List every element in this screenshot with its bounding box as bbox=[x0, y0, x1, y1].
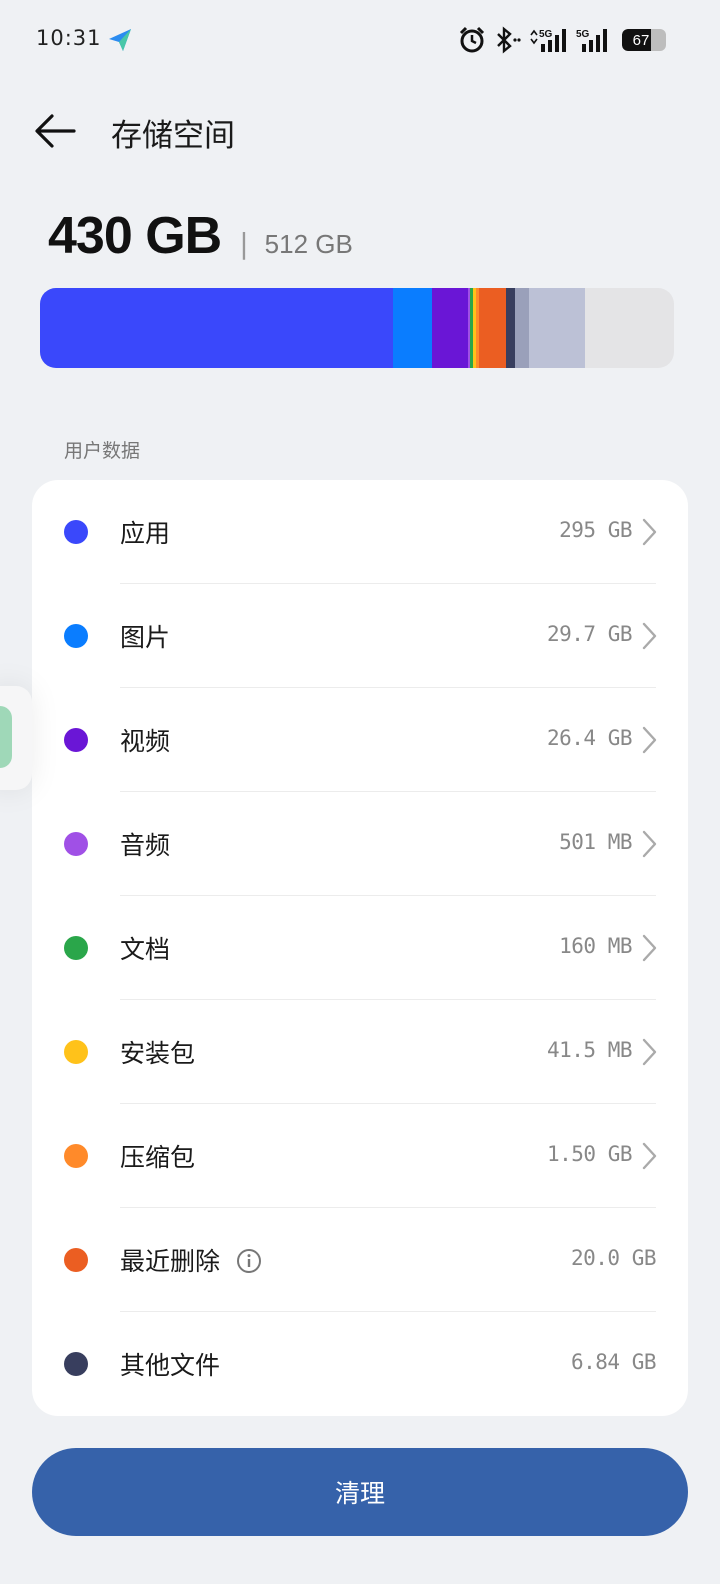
usage-segment-pictures bbox=[392, 288, 433, 368]
list-item-value: 1.50 GB bbox=[546, 1142, 633, 1166]
list-item-label-text: 视频 bbox=[120, 727, 171, 756]
chevron-right-icon bbox=[642, 518, 657, 546]
back-arrow-icon bbox=[35, 114, 76, 148]
chevron-right-icon bbox=[642, 1038, 657, 1066]
color-dot bbox=[64, 1040, 88, 1064]
usage-segment-system-b bbox=[528, 288, 586, 368]
color-dot bbox=[64, 832, 88, 856]
list-item-label: 应用 bbox=[120, 514, 170, 550]
list-item-label: 文档 bbox=[120, 930, 170, 966]
color-dot bbox=[64, 728, 88, 752]
list-item-value: 295 GB bbox=[559, 518, 632, 542]
summary-separator: | bbox=[239, 227, 249, 260]
list-item-value: 160 MB bbox=[559, 934, 632, 958]
floating-sidebar-handle[interactable] bbox=[0, 686, 32, 790]
list-item-label-text: 文档 bbox=[120, 935, 171, 964]
color-dot bbox=[64, 936, 88, 960]
storage-usage-bar bbox=[40, 288, 674, 368]
list-item: 最近删除 20.0 GB bbox=[32, 1208, 688, 1312]
page-title: 存储空间 bbox=[111, 118, 235, 154]
info-icon[interactable] bbox=[236, 1248, 262, 1274]
chevron-right-icon bbox=[642, 1142, 657, 1170]
list-item[interactable]: 文档 160 MB bbox=[32, 896, 688, 1000]
list-item[interactable]: 视频 26.4 GB bbox=[32, 688, 688, 792]
svg-text:5G: 5G bbox=[576, 29, 590, 40]
list-item[interactable]: 图片 29.7 GB bbox=[32, 584, 688, 688]
chevron-right-icon bbox=[642, 830, 657, 858]
list-item-value: 29.7 GB bbox=[546, 622, 633, 646]
alarm-icon bbox=[459, 26, 485, 53]
list-item-label: 图片 bbox=[120, 618, 170, 654]
status-icons: 5G 5G 67 bbox=[458, 24, 666, 56]
total-storage: 512 GB bbox=[264, 229, 353, 259]
app-notification-icon bbox=[109, 29, 131, 51]
color-dot bbox=[64, 624, 88, 648]
list-item-label-text: 最近删除 bbox=[120, 1247, 221, 1276]
usage-segment-videos bbox=[432, 288, 468, 368]
battery-level: 67 bbox=[632, 31, 650, 49]
list-item-label-text: 安装包 bbox=[120, 1039, 196, 1068]
list-item[interactable]: 应用 295 GB bbox=[32, 480, 688, 584]
list-item-label-text: 压缩包 bbox=[120, 1143, 196, 1172]
list-item[interactable]: 压缩包 1.50 GB bbox=[32, 1104, 688, 1208]
list-item-label-text: 音频 bbox=[120, 831, 171, 860]
battery-icon: 67 bbox=[622, 29, 666, 51]
list-item-label: 安装包 bbox=[120, 1034, 195, 1070]
storage-summary: 430 GB | 512 GB bbox=[48, 206, 353, 266]
used-storage: 430 GB bbox=[48, 207, 222, 265]
list-item-label-text: 其他文件 bbox=[120, 1351, 221, 1380]
list-item-value: 26.4 GB bbox=[546, 726, 633, 750]
list-item-label: 最近删除 bbox=[120, 1242, 262, 1278]
header: 存储空间 bbox=[0, 90, 720, 170]
signal-icon: 5G bbox=[576, 29, 607, 52]
color-dot bbox=[64, 1144, 88, 1168]
usage-segment-recently-deleted bbox=[479, 288, 506, 368]
chevron-right-icon bbox=[642, 934, 657, 962]
chevron-right-icon bbox=[642, 726, 657, 754]
usage-segment-apps bbox=[40, 288, 393, 368]
status-time: 10:31 bbox=[36, 26, 102, 50]
list-item-label: 视频 bbox=[120, 722, 170, 758]
user-data-list: 应用 295 GB 图片 29.7 GB 视频 26.4 GB 音频 501 MB 文档 160 … bbox=[32, 480, 688, 1416]
status-bar: 10:31 5G 5G 67 bbox=[0, 0, 720, 80]
usage-segment-system-a bbox=[514, 288, 529, 368]
list-item-label: 压缩包 bbox=[120, 1138, 195, 1174]
list-item[interactable]: 安装包 41.5 MB bbox=[32, 1000, 688, 1104]
floating-handle-indicator bbox=[0, 706, 12, 768]
list-item-label-text: 应用 bbox=[120, 519, 171, 548]
list-item-value: 41.5 MB bbox=[546, 1038, 633, 1062]
section-label: 用户数据 bbox=[64, 440, 141, 462]
chevron-right-icon bbox=[642, 622, 657, 650]
bluetooth-icon bbox=[497, 26, 521, 54]
list-item-value: 6.84 GB bbox=[570, 1350, 657, 1374]
color-dot bbox=[64, 1248, 88, 1272]
signal-icon: 5G bbox=[530, 29, 566, 52]
list-item-label: 音频 bbox=[120, 826, 170, 862]
back-button[interactable] bbox=[30, 110, 80, 152]
clean-button[interactable]: 清理 bbox=[32, 1448, 688, 1536]
list-item-value: 20.0 GB bbox=[570, 1246, 657, 1270]
list-item: 其他文件 6.84 GB bbox=[32, 1312, 688, 1416]
list-item-label: 其他文件 bbox=[120, 1346, 220, 1382]
list-item[interactable]: 音频 501 MB bbox=[32, 792, 688, 896]
list-item-label-text: 图片 bbox=[120, 623, 171, 652]
usage-segment-other bbox=[505, 288, 515, 368]
list-item-value: 501 MB bbox=[559, 830, 632, 854]
svg-text:5G: 5G bbox=[539, 29, 553, 40]
color-dot bbox=[64, 520, 88, 544]
color-dot bbox=[64, 1352, 88, 1376]
